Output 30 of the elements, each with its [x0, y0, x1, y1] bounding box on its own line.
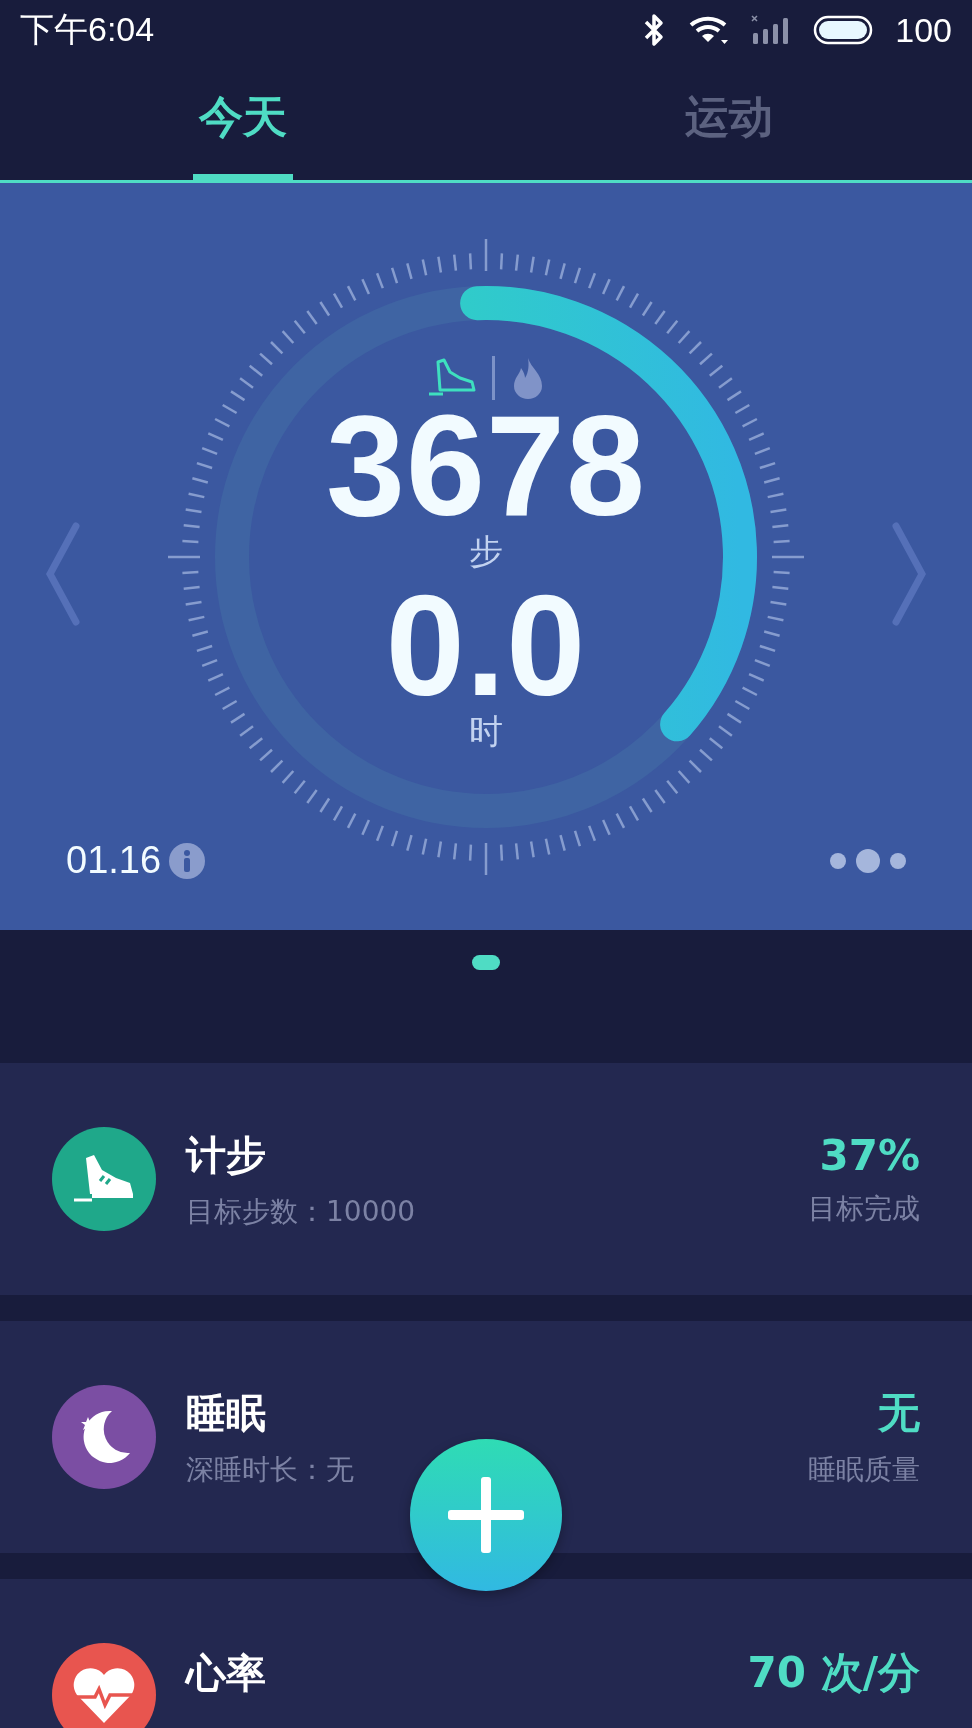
date-label: 01.16	[66, 839, 162, 882]
card-value: 无	[878, 1387, 920, 1439]
battery-level: 100	[895, 10, 952, 50]
card-value: 37%	[819, 1130, 920, 1180]
shoe-icon	[427, 358, 476, 398]
info-icon[interactable]	[169, 842, 206, 879]
page-dot[interactable]	[856, 848, 880, 873]
card-title: 心率	[186, 1648, 267, 1698]
step-count: 3678	[326, 401, 646, 531]
heart-pulse-icon	[71, 1665, 137, 1725]
card-title: 计步	[186, 1130, 267, 1180]
hour-unit: 时	[469, 711, 503, 751]
card-caption: 目标完成	[808, 1190, 920, 1227]
hour-count: 0.0	[385, 581, 587, 711]
card-title: 睡眠	[186, 1388, 267, 1438]
card-caption: 睡眠质量	[808, 1452, 920, 1488]
battery-icon	[813, 15, 874, 45]
page-dot[interactable]	[830, 852, 846, 869]
summary-card[interactable]: 心率 70 次/分	[0, 1579, 972, 1728]
page-dot[interactable]	[890, 852, 906, 869]
plus-icon	[448, 1477, 524, 1553]
card-subtitle: 深睡时长：无	[186, 1451, 355, 1488]
clock-time: 下午6:04	[20, 9, 155, 50]
step-unit: 步	[469, 531, 503, 571]
page-indicator	[472, 955, 500, 970]
summary-card[interactable]: 睡眠 深睡时长：无 无 睡眠质量	[0, 1321, 972, 1553]
card-value: 70 次/分	[747, 1647, 920, 1699]
wifi-icon	[689, 15, 730, 45]
summary-card[interactable]: 计步 目标步数：10000 37% 目标完成	[0, 1063, 972, 1295]
card-subtitle: 目标步数：10000	[186, 1193, 417, 1230]
